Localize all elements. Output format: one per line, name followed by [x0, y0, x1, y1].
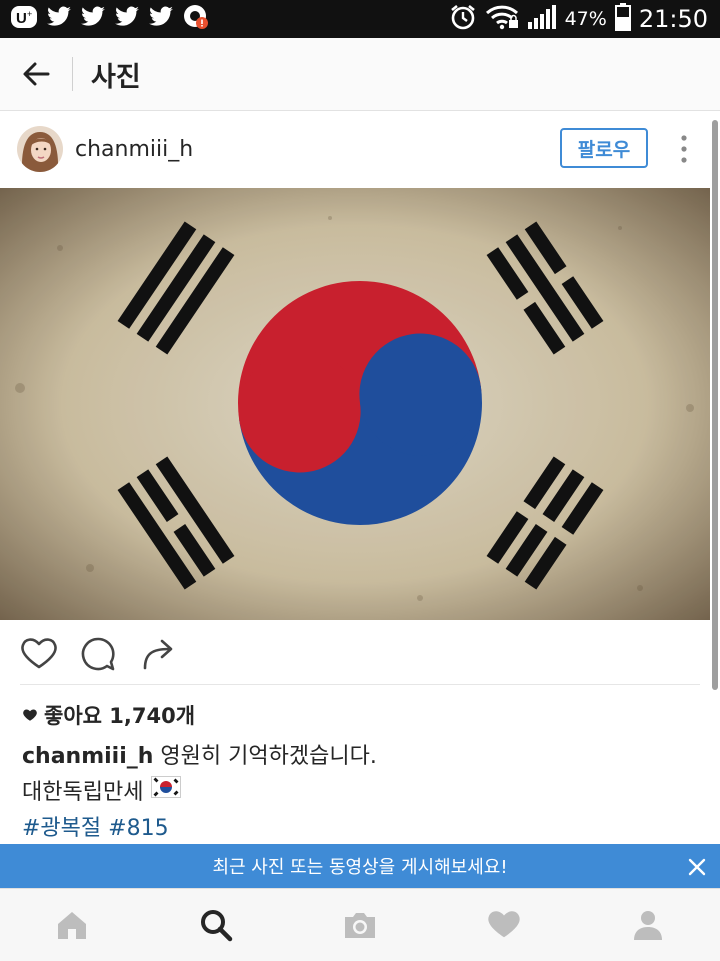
twitter-icon [46, 6, 72, 32]
nav-activity[interactable] [486, 907, 522, 943]
heart-icon [23, 709, 37, 721]
search-icon [201, 910, 233, 942]
comment-bubble-icon [81, 637, 115, 671]
likes-label: 좋아요 1,740개 [44, 704, 196, 728]
wifi-icon [485, 4, 519, 34]
home-icon [58, 912, 86, 939]
caption-line2: 대한독립만세 [22, 774, 182, 806]
divider [20, 684, 700, 685]
uplus-icon: U + [10, 5, 38, 33]
caption-username[interactable]: chanmiii_h [22, 744, 153, 769]
caption-text: 영원히 기억하겠습니다. [160, 744, 377, 769]
more-options-button[interactable] [672, 131, 696, 167]
share-button[interactable] [140, 636, 180, 672]
signal-icon [527, 4, 557, 34]
camera-icon [345, 913, 375, 938]
korea-flag-emoji-icon [151, 776, 182, 804]
comment-button[interactable] [80, 636, 120, 672]
twitter-icon [148, 6, 174, 32]
caption-line2-text: 대한독립만세 [22, 780, 144, 805]
nav-profile[interactable] [630, 907, 666, 943]
banner-text: 최근 사진 또는 동영상을 게시해보세요! [212, 857, 508, 878]
hashtags[interactable]: #광복절 #815 [22, 810, 169, 842]
korean-flag-photo [0, 188, 710, 620]
svg-text:+: + [27, 9, 32, 19]
nav-camera[interactable] [342, 907, 378, 943]
post-prompt-banner[interactable]: 최근 사진 또는 동영상을 게시해보세요! [0, 844, 720, 888]
twitter-icon [114, 6, 140, 32]
status-bar: U + 47% 21:50 [0, 0, 720, 38]
battery-icon [614, 3, 631, 35]
alarm-icon [449, 3, 477, 35]
banner-close-button[interactable] [686, 856, 708, 878]
likes-count[interactable]: 좋아요 1,740개 [22, 700, 195, 730]
post-username[interactable]: chanmiii_h [63, 137, 193, 162]
nav-home[interactable] [54, 907, 90, 943]
heart-icon [488, 911, 520, 938]
twitter-icon [80, 6, 106, 32]
profile-icon [634, 911, 662, 940]
close-icon [688, 858, 706, 876]
heart-outline-icon [21, 638, 57, 669]
more-vertical-icon [681, 135, 687, 163]
nav-search[interactable] [198, 907, 234, 943]
svg-text:U: U [16, 10, 27, 27]
arrow-left-icon [23, 62, 50, 86]
like-button[interactable] [20, 636, 60, 672]
bottom-nav [0, 888, 720, 961]
share-arrow-icon [143, 639, 173, 670]
post-header: chanmiii_h 팔로우 [0, 111, 720, 187]
post-image[interactable] [0, 188, 710, 620]
clock: 21:50 [638, 5, 708, 33]
battery-percent: 47% [564, 8, 607, 30]
page-title: 사진 [91, 61, 141, 93]
back-button[interactable] [0, 38, 72, 110]
scrollbar[interactable] [712, 120, 718, 690]
caption: chanmiii_h 영원히 기억하겠습니다. [22, 738, 377, 770]
app-notification-icon [182, 3, 210, 35]
app-bar: 사진 [0, 38, 720, 111]
avatar[interactable] [17, 126, 63, 172]
post-actions [0, 622, 710, 684]
follow-button[interactable]: 팔로우 [560, 128, 648, 168]
